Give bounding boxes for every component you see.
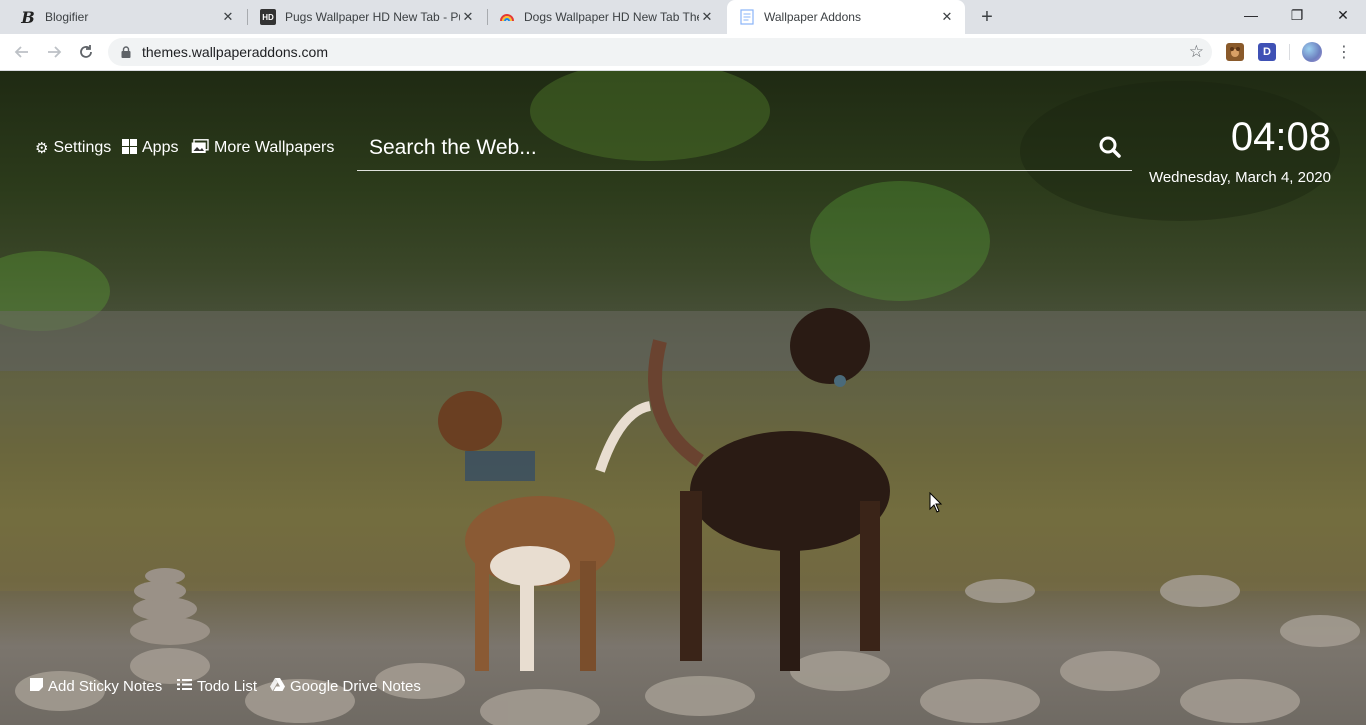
- search-bar: [357, 127, 1132, 171]
- new-tab-button[interactable]: +: [976, 6, 998, 28]
- checklist-icon: [177, 678, 192, 695]
- sticky-note-icon: [30, 677, 43, 695]
- sticky-notes-label: Add Sticky Notes: [48, 677, 163, 695]
- tab-wallpaper-addons[interactable]: Wallpaper Addons ✕: [727, 0, 965, 34]
- clock-date: Wednesday, March 4, 2020: [1148, 169, 1331, 186]
- profile-avatar[interactable]: [1302, 42, 1322, 62]
- gear-icon: ⚙: [35, 140, 49, 157]
- url-text[interactable]: themes.wallpaperaddons.com: [142, 44, 328, 60]
- tab-title: Wallpaper Addons: [764, 10, 861, 24]
- bookmark-star-icon[interactable]: ☆: [1189, 42, 1204, 62]
- apps-label: Apps: [142, 139, 179, 156]
- rainbow-icon: [499, 9, 515, 25]
- apps-link[interactable]: Apps: [122, 137, 178, 159]
- tab-title: Blogifier: [45, 10, 89, 24]
- tab-dogs-wallpaper[interactable]: Dogs Wallpaper HD New Tab The ✕: [487, 0, 725, 34]
- back-button[interactable]: [8, 38, 36, 66]
- hd-icon: HD: [260, 9, 276, 25]
- todo-list-button[interactable]: Todo List: [177, 676, 257, 696]
- browser-toolbar: themes.wallpaperaddons.com ☆ D ⋮: [0, 34, 1366, 71]
- blogifier-logo-icon: B: [21, 7, 35, 27]
- tab-blogifier[interactable]: B Blogifier ✕: [8, 0, 246, 34]
- menu-kebab-icon[interactable]: ⋮: [1334, 41, 1354, 63]
- restore-button[interactable]: ❐: [1274, 0, 1320, 30]
- close-tab-icon[interactable]: ✕: [699, 9, 715, 25]
- document-icon: [739, 9, 755, 25]
- close-window-button[interactable]: ✕: [1320, 0, 1366, 30]
- reload-button[interactable]: [72, 38, 100, 66]
- tab-strip: B Blogifier ✕ HD Pugs Wallpaper HD New T…: [0, 0, 1366, 34]
- google-drive-icon: [270, 677, 285, 695]
- close-tab-icon[interactable]: ✕: [220, 9, 236, 25]
- reload-icon: [80, 45, 92, 58]
- back-arrow-icon: [14, 46, 28, 58]
- settings-label: Settings: [53, 139, 112, 156]
- add-sticky-notes-button[interactable]: Add Sticky Notes: [30, 676, 162, 696]
- settings-link[interactable]: ⚙ Settings: [35, 137, 111, 159]
- address-bar[interactable]: themes.wallpaperaddons.com ☆: [108, 38, 1212, 66]
- d-extension-icon[interactable]: D: [1258, 43, 1276, 61]
- toolbar-divider: [1289, 44, 1290, 60]
- tab-title: Pugs Wallpaper HD New Tab - Pu: [285, 10, 460, 24]
- drive-notes-label: Google Drive Notes: [290, 677, 421, 695]
- search-input[interactable]: [369, 133, 1069, 163]
- dog-extension-icon[interactable]: [1226, 43, 1244, 61]
- lock-icon[interactable]: [121, 46, 131, 58]
- forward-button[interactable]: [40, 38, 68, 66]
- close-tab-icon[interactable]: ✕: [939, 9, 955, 25]
- search-icon[interactable]: [1098, 135, 1122, 159]
- tab-title: Dogs Wallpaper HD New Tab The: [524, 10, 699, 24]
- tab-pugs-wallpaper[interactable]: HD Pugs Wallpaper HD New Tab - Pu ✕: [248, 0, 486, 34]
- windows-grid-icon: [122, 138, 137, 158]
- minimize-button[interactable]: —: [1228, 0, 1274, 30]
- google-drive-notes-button[interactable]: Google Drive Notes: [270, 676, 421, 696]
- todo-list-label: Todo List: [197, 677, 258, 695]
- close-tab-icon[interactable]: ✕: [460, 9, 476, 25]
- more-wallpapers-link[interactable]: More Wallpapers: [191, 137, 334, 159]
- mouse-cursor-icon: [929, 492, 943, 513]
- more-wallpapers-label: More Wallpapers: [214, 139, 335, 156]
- forward-arrow-icon: [48, 46, 62, 58]
- wallpaper-page: ⚙ Settings Apps More Wallpapers 04:08 We…: [0, 71, 1366, 725]
- clock-time: 04:08: [1230, 115, 1331, 159]
- images-icon: [191, 138, 209, 158]
